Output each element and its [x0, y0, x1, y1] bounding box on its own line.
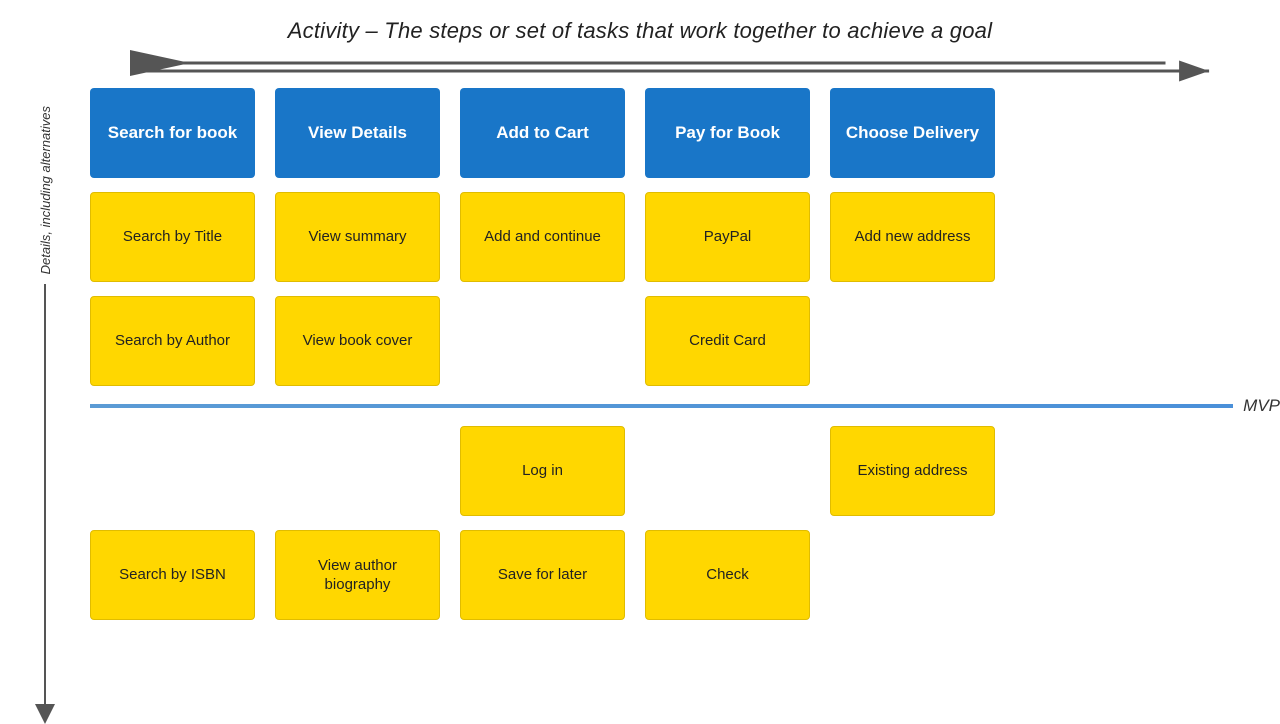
- col-2-below-1: Save for later: [460, 530, 625, 620]
- col-2-item-0: Add and continue: [460, 192, 625, 282]
- col-header-1: View Details: [275, 88, 440, 178]
- below-mvp-row-1: Log in Existing address: [90, 426, 1280, 516]
- col-3-below-0: Check: [645, 530, 810, 620]
- above-mvp-section: Search for book View Details Add to Cart…: [90, 88, 1280, 386]
- col-header-4: Choose Delivery: [830, 88, 995, 178]
- mvp-divider: MVP: [90, 396, 1280, 416]
- page-title: Activity – The steps or set of tasks tha…: [0, 0, 1280, 50]
- activity-arrow: [130, 58, 1220, 84]
- mvp-label: MVP: [1243, 396, 1280, 416]
- below-mvp-row-2: Search by ISBN View author biography Sav…: [90, 530, 1280, 620]
- col-4-below-0: Existing address: [830, 426, 995, 516]
- col-0-item-0: Search by Title: [90, 192, 255, 282]
- y-axis: Details, including alternatives: [10, 88, 80, 724]
- col-header-2: Add to Cart: [460, 88, 625, 178]
- col-1-item-1: View book cover: [275, 296, 440, 386]
- col-4-item-0: Add new address: [830, 192, 995, 282]
- col-1-item-0: View summary: [275, 192, 440, 282]
- col-2-below-0: Log in: [460, 426, 625, 516]
- mvp-line: [90, 404, 1233, 408]
- col-1-below-0: View author biography: [275, 530, 440, 620]
- col-0-item-1: Search by Author: [90, 296, 255, 386]
- col-3-item-0: PayPal: [645, 192, 810, 282]
- axis-label: Details, including alternatives: [38, 106, 53, 274]
- col-3-item-1: Credit Card: [645, 296, 810, 386]
- col-header-0: Search for book: [90, 88, 255, 178]
- col-0-below-0: Search by ISBN: [90, 530, 255, 620]
- col-header-3: Pay for Book: [645, 88, 810, 178]
